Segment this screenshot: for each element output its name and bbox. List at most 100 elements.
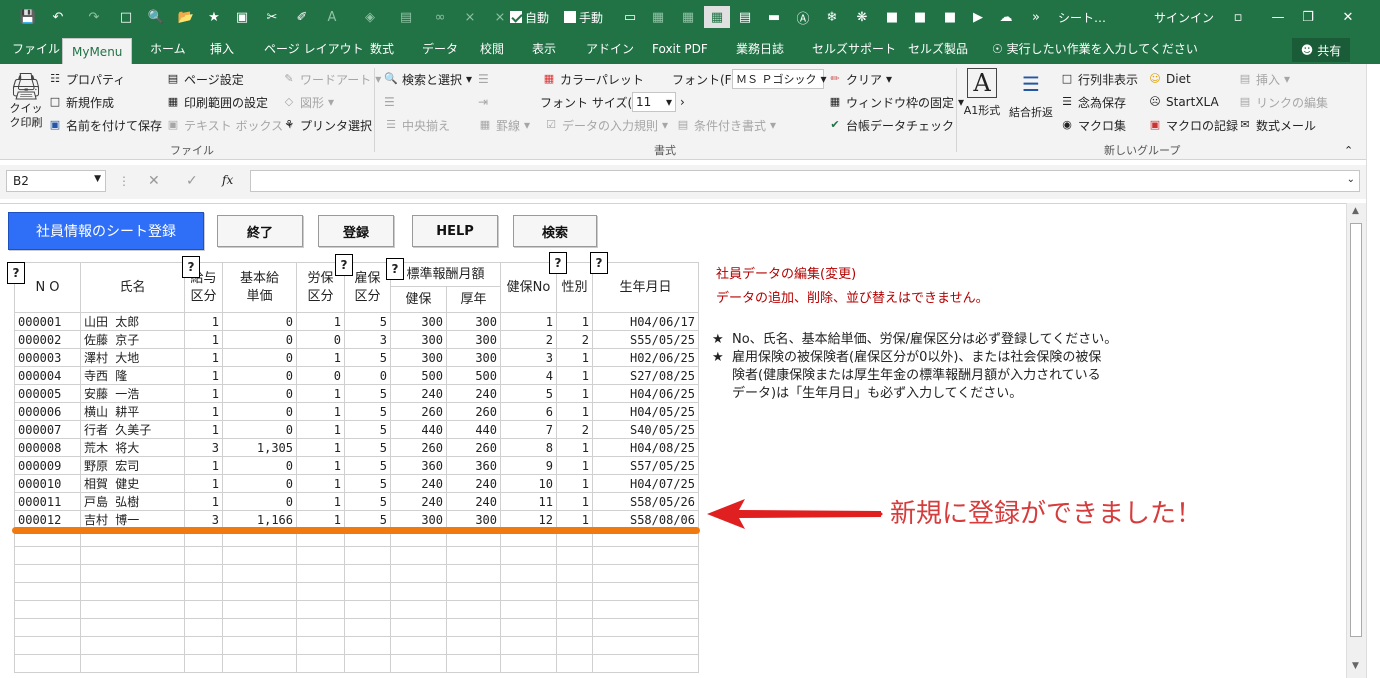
empty-cell[interactable] [446,600,501,619]
empty-cell[interactable] [296,600,345,619]
cancel-icon[interactable]: ✕ [148,173,160,189]
table-cell[interactable]: 7 [500,420,557,439]
register-sheet-button[interactable]: 社員情報のシート登録 [8,212,204,250]
empty-cell[interactable] [184,618,223,637]
favorite-icon[interactable]: ★ [204,6,224,28]
help-mark-kenpo-no[interactable]: ? [549,252,567,274]
table-cell[interactable]: 1 [556,402,593,421]
table-cell[interactable]: 8 [500,438,557,457]
empty-cell[interactable] [556,546,593,565]
save-icon[interactable]: 💾 [18,6,38,28]
empty-cell[interactable] [296,654,345,673]
table-cell[interactable]: 5 [500,384,557,403]
table-cell[interactable]: 1 [556,474,593,493]
empty-cell[interactable] [80,636,185,655]
empty-cell[interactable] [14,654,81,673]
table-cell[interactable]: 5 [344,312,391,331]
square2-icon[interactable]: ■ [910,6,930,28]
table-cell[interactable]: 3 [184,438,223,457]
row-col-hide-button[interactable]: □ 行列非表示 [1060,69,1138,89]
table-cell[interactable]: 1 [184,474,223,493]
table-cell[interactable]: 1 [184,330,223,349]
print-area-button[interactable]: ▦ 印刷範囲の設定 [166,92,268,112]
align-lines-icon[interactable]: ☰ [478,69,489,89]
empty-cell[interactable] [14,564,81,583]
empty-cell[interactable] [592,654,699,673]
tab-file[interactable]: ファイル [12,34,60,64]
table-cell[interactable]: S58/05/26 [592,492,699,511]
tab-review[interactable]: 校閲 [480,34,504,64]
empty-cell[interactable] [390,546,447,565]
empty-cell[interactable] [14,582,81,601]
square3-icon[interactable]: ■ [940,6,960,28]
table-cell[interactable]: 1 [184,348,223,367]
table-cell[interactable]: 1 [184,492,223,511]
table-cell[interactable]: 1 [296,384,345,403]
tab-view[interactable]: 表示 [532,34,556,64]
clear-button[interactable]: ✏ クリア ▾ [828,69,892,89]
table-cell[interactable]: 1 [184,402,223,421]
table-cell[interactable]: 300 [446,348,501,367]
empty-cell[interactable] [344,600,391,619]
empty-cell[interactable] [222,618,297,637]
tab-addins[interactable]: アドイン [586,34,634,64]
empty-cell[interactable] [446,582,501,601]
table-cell[interactable]: H04/06/25 [592,384,699,403]
table-cell[interactable]: 寺西 隆 [80,366,185,385]
empty-cell[interactable] [500,618,557,637]
table-cell[interactable]: 11 [500,492,557,511]
link-icon[interactable]: ∞ [430,6,450,28]
new-document-icon[interactable]: □ [116,6,136,28]
vertical-scrollbar[interactable]: ▲ ▼ [1346,203,1366,678]
empty-cell[interactable] [592,618,699,637]
table-cell[interactable]: 0 [222,402,297,421]
table-cell[interactable]: 1 [296,474,345,493]
save-as-button[interactable]: ▣ 名前を付けて保存 [48,115,162,135]
tell-me-box[interactable]: ☉ 実行したい作業を入力してください [992,34,1198,64]
empty-cell[interactable] [80,654,185,673]
tab-insert[interactable]: 挿入 [210,34,234,64]
properties-button[interactable]: ☷ プロパティ [48,69,125,89]
table-cell[interactable]: 横山 耕平 [80,402,185,421]
tab-home[interactable]: ホーム [150,34,186,64]
table-cell[interactable]: 300 [390,510,447,529]
scroll-up-icon[interactable]: ▲ [1352,206,1359,216]
undo-icon[interactable]: ↶ [48,6,68,28]
table-cell[interactable]: 0 [222,366,297,385]
table-cell[interactable]: 1 [184,312,223,331]
empty-cell[interactable] [556,582,593,601]
table-cell[interactable]: 0 [222,330,297,349]
register-button[interactable]: 登録 [318,215,394,247]
table-cell[interactable]: 0 [222,492,297,511]
grid2-icon[interactable]: ▦ [678,6,698,28]
table-cell[interactable]: 1 [296,456,345,475]
center-align-button[interactable]: ☰ 中央揃え [384,115,450,135]
empty-cell[interactable] [446,618,501,637]
fill-color-icon[interactable]: ◈ [360,6,380,28]
table-cell[interactable]: 260 [390,402,447,421]
table-cell[interactable]: 澤村 大地 [80,348,185,367]
chart-icon[interactable]: ▤ [396,6,416,28]
share-button[interactable]: ☻ 共有 [1292,38,1350,62]
empty-cell[interactable] [222,636,297,655]
macro-record-button[interactable]: ▣ マクロの記録 [1148,115,1238,135]
empty-cell[interactable] [556,636,593,655]
help-mark-rouho[interactable]: ? [335,254,353,276]
table-cell[interactable]: 3 [344,330,391,349]
empty-cell[interactable] [80,546,185,565]
table-cell[interactable]: 300 [446,510,501,529]
textbox-button[interactable]: ▣ テキスト ボックス ▾ [166,115,293,135]
empty-cell[interactable] [344,564,391,583]
formula-input[interactable]: ⌄ [250,170,1360,192]
empty-cell[interactable] [184,582,223,601]
empty-cell[interactable] [344,618,391,637]
empty-cell[interactable] [500,582,557,601]
table-cell[interactable]: 300 [446,312,501,331]
table-cell[interactable]: 5 [344,384,391,403]
table-cell[interactable]: 240 [446,492,501,511]
table-cell[interactable]: 吉村 博一 [80,510,185,529]
table-cell[interactable]: 1 [556,456,593,475]
quick-print-button[interactable]: 🖨 クイック印刷 [8,72,44,142]
table-cell[interactable]: 440 [446,420,501,439]
table-cell[interactable]: 12 [500,510,557,529]
